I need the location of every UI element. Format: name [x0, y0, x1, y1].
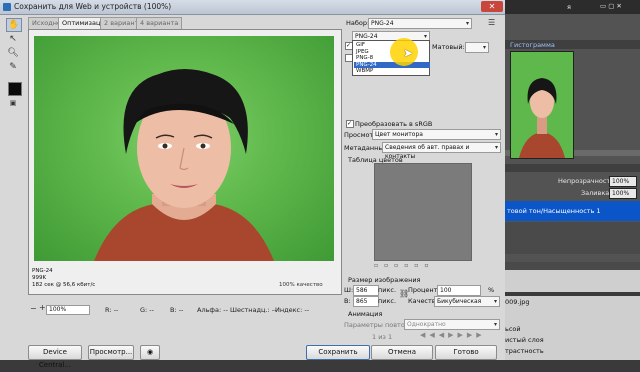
- preview-area[interactable]: PNG-24 999K 182 сек @ 56,6 кбит/с 100% к…: [28, 29, 342, 295]
- toggle-slices-icon[interactable]: ▣: [6, 97, 20, 109]
- browser-icon[interactable]: ◉: [140, 345, 160, 360]
- tool-column: ✋ ↖ 🔍︎ ✎ ▣: [2, 15, 24, 107]
- navigator-thumbnail[interactable]: [510, 51, 574, 159]
- ps-history-divider: [505, 292, 640, 296]
- opacity-label: Непрозрачность:: [558, 177, 617, 185]
- slice-select-tool-icon[interactable]: ↖: [6, 33, 20, 45]
- info-quality: 100% качество: [279, 282, 323, 288]
- portrait-photo: [34, 36, 334, 261]
- info-format: PNG-24: [32, 268, 53, 274]
- title-bar: Сохранить для Web и устройств (100%) ✕: [0, 0, 505, 15]
- status-g: G: --: [140, 306, 154, 314]
- width-field[interactable]: 586: [353, 285, 379, 296]
- status-index: Индекс: --: [275, 306, 310, 314]
- hand-tool-icon[interactable]: ✋: [6, 18, 22, 32]
- status-b: B: --: [170, 306, 184, 314]
- preset-select[interactable]: PNG-24: [368, 18, 472, 29]
- opacity-field[interactable]: 100%: [609, 176, 637, 187]
- optimize-menu-icon[interactable]: ☰: [488, 18, 495, 27]
- frame-counter: 1 из 1: [372, 333, 393, 341]
- selected-layer-row[interactable]: товой тон/Насыщенность 1: [505, 201, 640, 221]
- portrait-illustration: [94, 69, 274, 261]
- height-field[interactable]: 865: [353, 296, 379, 307]
- ps-history-panel: [505, 262, 640, 360]
- color-table[interactable]: [374, 163, 472, 261]
- history-file-name[interactable]: 009.jpg: [505, 298, 530, 306]
- zoom-plus-icon[interactable]: +: [39, 303, 46, 312]
- history-step[interactable]: трастность: [505, 347, 544, 355]
- close-icon[interactable]: ✕: [481, 1, 503, 12]
- ps-layer-rows: [505, 222, 640, 254]
- percent-unit: %: [488, 286, 495, 294]
- menu-item-ya[interactable]: я: [567, 3, 571, 11]
- preset-label: Набор:: [346, 19, 370, 27]
- tab-4up[interactable]: 4 варианта: [136, 17, 183, 29]
- quality-select[interactable]: Бикубическая: [434, 296, 500, 307]
- dialog-title: Сохранить для Web и устройств (100%): [14, 2, 172, 11]
- width-unit: пикс.: [378, 286, 397, 294]
- eyedropper-tool-icon[interactable]: ✎: [6, 61, 20, 73]
- info-size: 999K: [32, 275, 47, 281]
- width-label: Ш:: [344, 286, 354, 294]
- optimization-info: PNG-24 999K 182 сек @ 56,6 кбит/с: [32, 268, 95, 289]
- fill-label: Заливка:: [581, 189, 612, 197]
- window-controls[interactable]: ▭ ▢ ✕: [600, 2, 622, 10]
- animation-controls[interactable]: ◀◀◀▶▶▶▶: [420, 331, 486, 339]
- app-icon: [3, 3, 11, 11]
- done-button[interactable]: Готово: [435, 345, 497, 360]
- mouse-pointer-icon: ➤: [403, 46, 414, 60]
- convert-srgb-label: Преобразовать в sRGB: [355, 120, 433, 128]
- ps-layers-tabbar: [505, 164, 640, 172]
- format-option[interactable]: WBMP: [354, 68, 430, 74]
- history-step[interactable]: истый слоя: [505, 336, 544, 344]
- device-central-button[interactable]: Device Central...: [28, 345, 82, 369]
- preview-mode-select[interactable]: Цвет монитора: [372, 129, 501, 140]
- status-hex: Шестнадц.: --: [230, 306, 277, 314]
- height-label: В:: [344, 297, 351, 305]
- image-size-label: Размер изображения: [348, 276, 421, 284]
- save-for-web-dialog: Сохранить для Web и устройств (100%) ✕ ✋…: [0, 0, 505, 369]
- matte-select[interactable]: [465, 42, 489, 53]
- zoom-minus-icon[interactable]: −: [30, 304, 37, 313]
- matte-label: Матовый:: [432, 43, 465, 51]
- animation-label: Анимация: [348, 310, 383, 318]
- preview-browser-button[interactable]: Просмотр...: [88, 345, 134, 360]
- info-download-time: 182 сек @ 56,6 кбит/с: [32, 282, 96, 288]
- status-r: R: --: [105, 306, 119, 314]
- fill-field[interactable]: 100%: [609, 188, 637, 199]
- thumbnail-portrait: [511, 52, 573, 158]
- color-table-toolbar[interactable]: ▫▫▫▫▫▫: [374, 262, 470, 270]
- histogram-tab[interactable]: Гистограмма: [510, 41, 555, 49]
- cancel-button[interactable]: Отмена: [371, 345, 433, 360]
- status-alpha: Альфа: --: [197, 306, 228, 314]
- eyedropper-color-swatch[interactable]: [8, 82, 22, 96]
- zoom-tool-icon[interactable]: 🔍︎: [6, 47, 20, 59]
- percent-field[interactable]: 100: [437, 285, 481, 296]
- height-unit: пикс.: [378, 297, 397, 305]
- ps-history-tabbar: [505, 262, 640, 270]
- convert-srgb-checkbox[interactable]: ✓: [346, 120, 354, 128]
- zoom-level-field[interactable]: 100%: [46, 305, 90, 315]
- history-step[interactable]: ьсой: [505, 325, 521, 333]
- format-option-selected[interactable]: PNG-24: [354, 61, 430, 68]
- selected-layer-name: товой тон/Насыщенность 1: [507, 207, 601, 215]
- save-button[interactable]: Сохранить: [306, 345, 370, 360]
- loop-select[interactable]: Однократно: [404, 319, 500, 330]
- metadata-select[interactable]: Сведения об авт. правах и контакты: [382, 142, 501, 160]
